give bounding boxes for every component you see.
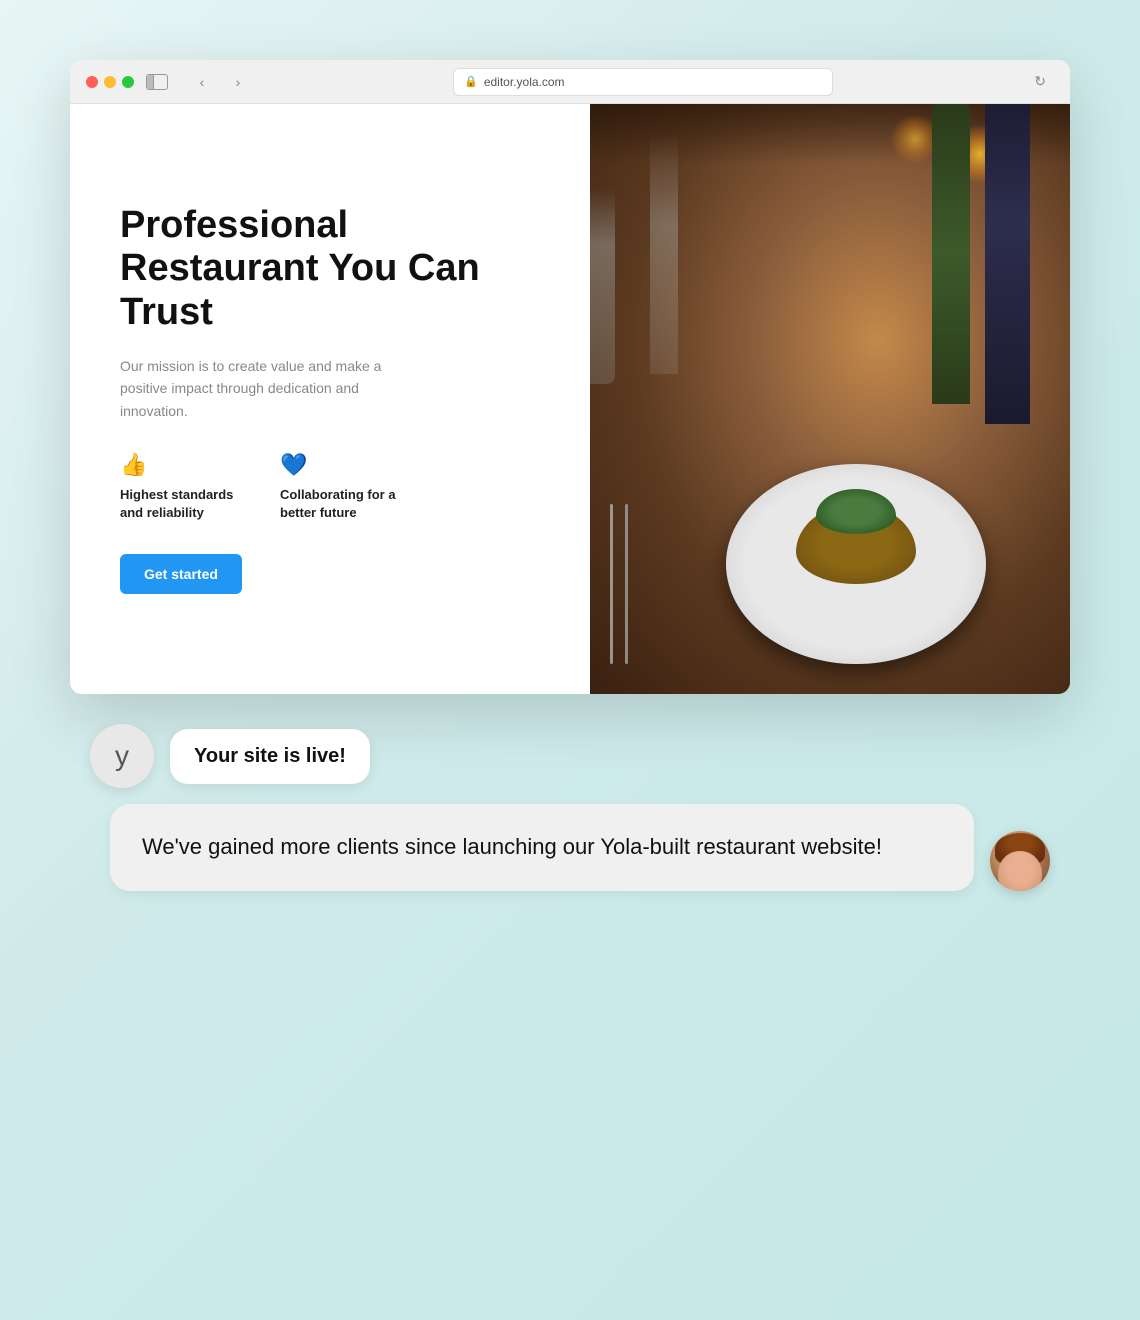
- hero-image-panel: [590, 104, 1070, 694]
- food-background: [590, 104, 1070, 694]
- feature-label-2: Collaborating for a better future: [280, 486, 400, 522]
- sidebar-toggle-icon[interactable]: [146, 74, 168, 90]
- traffic-lights: [86, 76, 134, 88]
- user-avatar: [990, 831, 1050, 891]
- hero-description: Our mission is to create value and make …: [120, 355, 420, 422]
- feature-item-1: 👍 Highest standards and reliability: [120, 452, 240, 522]
- heart-icon: 💙: [280, 452, 400, 478]
- browser-nav-controls: ‹ ›: [188, 72, 252, 92]
- lock-icon: 🔒: [464, 75, 478, 88]
- hero-left-panel: Professional Restaurant You Can Trust Ou…: [70, 104, 590, 694]
- browser-window: ‹ › 🔒 editor.yola.com ↻ Professional Res…: [70, 60, 1070, 694]
- hero-title: Professional Restaurant You Can Trust: [120, 204, 540, 335]
- chat-bubble-2: We've gained more clients since launchin…: [110, 804, 974, 891]
- feature-item-2: 💙 Collaborating for a better future: [280, 452, 400, 522]
- food-plate: [726, 464, 986, 664]
- chat-section: y Your site is live! We've gained more c…: [70, 724, 1070, 891]
- chat-bubble-1: Your site is live!: [170, 729, 370, 784]
- yola-avatar: y: [90, 724, 154, 788]
- yola-avatar-letter: y: [115, 740, 129, 772]
- features-row: 👍 Highest standards and reliability 💙 Co…: [120, 452, 540, 522]
- address-bar[interactable]: 🔒 editor.yola.com: [453, 68, 833, 96]
- minimize-button[interactable]: [104, 76, 116, 88]
- browser-toolbar: ‹ › 🔒 editor.yola.com ↻: [70, 60, 1070, 104]
- outer-container: ‹ › 🔒 editor.yola.com ↻ Professional Res…: [50, 60, 1090, 1260]
- back-button[interactable]: ‹: [188, 72, 216, 92]
- close-button[interactable]: [86, 76, 98, 88]
- wine-glass-2: [650, 104, 678, 374]
- thumbs-up-icon: 👍: [120, 452, 240, 478]
- avatar-face: [998, 851, 1042, 891]
- chat-bubble-1-text: Your site is live!: [194, 745, 346, 767]
- feature-label-1: Highest standards and reliability: [120, 486, 240, 522]
- chat-row-1: y Your site is live!: [90, 724, 1050, 788]
- wine-bottle-1: [985, 104, 1030, 424]
- wine-glass-1: [590, 104, 615, 384]
- chat-row-2: We've gained more clients since launchin…: [90, 804, 1050, 891]
- url-text: editor.yola.com: [484, 75, 565, 89]
- chat-bubble-2-text: We've gained more clients since launchin…: [142, 834, 882, 859]
- wine-bottle-2: [932, 104, 970, 404]
- reload-button[interactable]: ↻: [1034, 73, 1046, 90]
- cutlery: [600, 504, 680, 684]
- forward-button[interactable]: ›: [224, 72, 252, 92]
- fullscreen-button[interactable]: [122, 76, 134, 88]
- browser-content: Professional Restaurant You Can Trust Ou…: [70, 104, 1070, 694]
- get-started-button[interactable]: Get started: [120, 554, 242, 594]
